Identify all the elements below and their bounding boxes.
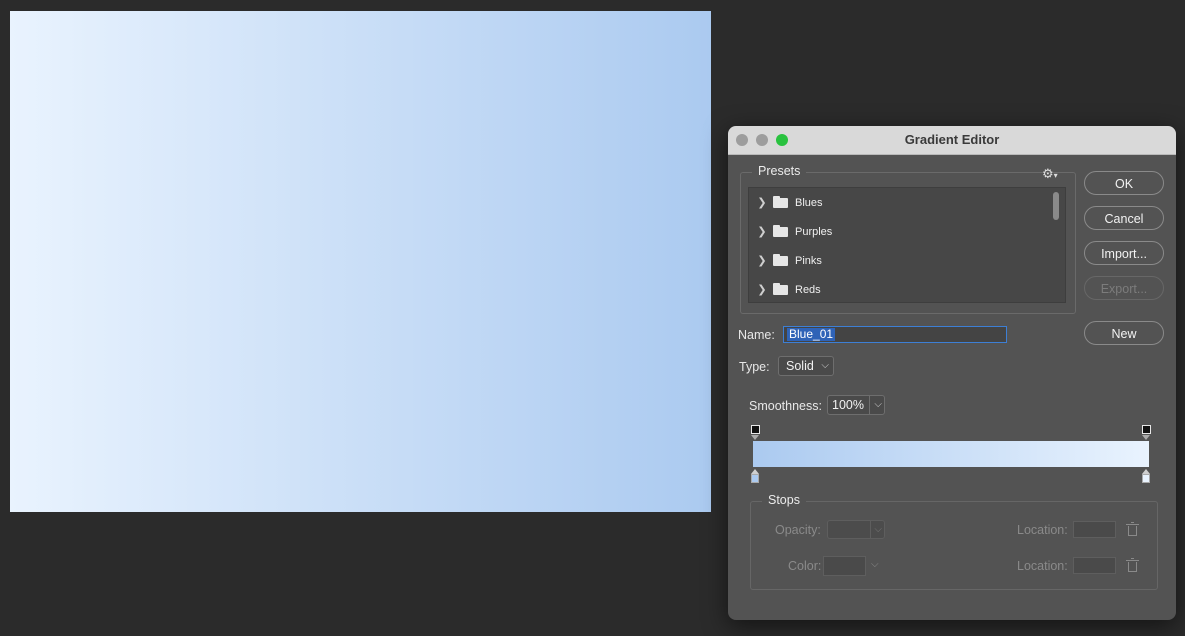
chevron-right-icon[interactable]: ❯ — [753, 254, 771, 267]
opacity-location-label: Location: — [1017, 523, 1068, 537]
smoothness-select[interactable]: 100% ⌵ — [827, 395, 885, 415]
type-select[interactable]: Solid ⌵ — [778, 356, 834, 376]
opacity-stop-left[interactable] — [751, 425, 760, 434]
color-swatch[interactable] — [823, 556, 866, 576]
smoothness-label: Smoothness: — [749, 399, 822, 413]
chevron-right-icon[interactable]: ❯ — [753, 196, 771, 209]
opacity-stop-pointer — [1142, 435, 1150, 440]
opacity-location-field[interactable] — [1073, 521, 1116, 538]
export-button[interactable]: Export... — [1084, 276, 1164, 300]
folder-icon — [773, 282, 788, 295]
title-bar[interactable]: Gradient Editor — [728, 126, 1176, 155]
opacity-select[interactable]: ⌵ — [827, 520, 885, 539]
chevron-right-icon[interactable]: ❯ — [753, 283, 771, 296]
ok-button[interactable]: OK — [1084, 171, 1164, 195]
trash-icon[interactable] — [1126, 558, 1139, 572]
opacity-stop-pointer — [751, 435, 759, 440]
gradient-editor-dialog: Gradient Editor Presets ⚙▾ ❯ Blues ❯ Pur… — [728, 126, 1176, 620]
chevron-down-icon: ⌵ — [870, 521, 882, 539]
chevron-down-icon[interactable]: ⌵ — [871, 559, 879, 570]
stops-group — [750, 501, 1158, 590]
gear-icon[interactable]: ⚙▾ — [1042, 166, 1058, 182]
color-location-label: Location: — [1017, 559, 1068, 573]
preset-folder-pinks[interactable]: ❯ Pinks — [749, 246, 1045, 275]
opacity-stop-right[interactable] — [1142, 425, 1151, 434]
name-field[interactable]: Blue_01 — [783, 326, 1007, 343]
color-stop-right[interactable] — [1142, 474, 1150, 483]
name-value: Blue_01 — [787, 327, 836, 341]
type-value: Solid — [786, 359, 814, 373]
type-label: Type: — [739, 360, 770, 374]
stops-legend: Stops — [762, 493, 806, 507]
color-label: Color: — [788, 559, 822, 573]
chevron-right-icon[interactable]: ❯ — [753, 225, 771, 238]
preset-folder-reds[interactable]: ❯ Reds — [749, 275, 1045, 302]
folder-icon — [773, 195, 788, 208]
smoothness-value: 100% — [832, 398, 864, 412]
import-button[interactable]: Import... — [1084, 241, 1164, 265]
document-canvas[interactable] — [10, 11, 711, 512]
presets-legend: Presets — [752, 164, 807, 178]
preset-scrollbar[interactable] — [1049, 188, 1063, 302]
preset-folder-blues[interactable]: ❯ Blues — [749, 188, 1045, 217]
folder-icon — [773, 224, 788, 237]
scrollbar-thumb[interactable] — [1053, 192, 1059, 220]
cancel-button[interactable]: Cancel — [1084, 206, 1164, 230]
preset-folder-label: Pinks — [795, 254, 822, 267]
trash-icon[interactable] — [1126, 522, 1139, 536]
preset-list[interactable]: ❯ Blues ❯ Purples ❯ Pinks ❯ Reds — [748, 187, 1066, 303]
preset-folder-label: Purples — [795, 225, 833, 238]
opacity-label: Opacity: — [775, 523, 821, 537]
name-label: Name: — [738, 328, 775, 342]
new-button[interactable]: New — [1084, 321, 1164, 345]
gradient-bar[interactable] — [753, 441, 1149, 467]
preset-folder-label: Blues — [795, 196, 823, 209]
color-stop-left[interactable] — [751, 474, 759, 483]
dialog-title: Gradient Editor — [904, 132, 1000, 147]
chevron-down-icon: ⌵ — [869, 396, 882, 414]
chevron-down-icon: ⌵ — [821, 360, 829, 371]
color-location-field[interactable] — [1073, 557, 1116, 574]
preset-folder-purples[interactable]: ❯ Purples — [749, 217, 1045, 246]
preset-folder-label: Reds — [795, 283, 821, 296]
folder-icon — [773, 253, 788, 266]
